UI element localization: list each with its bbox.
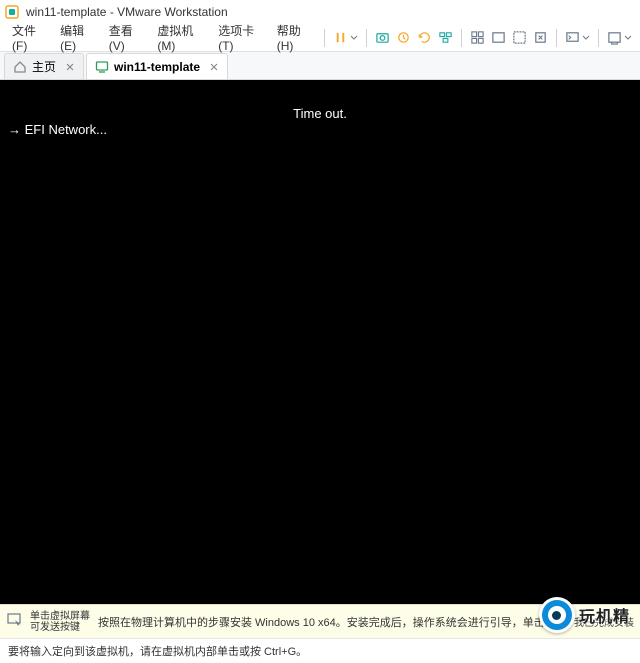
status-text: 要将输入定向到该虚拟机，请在虚拟机内部单击或按 Ctrl+G。	[8, 643, 307, 659]
app-icon	[4, 4, 20, 20]
menu-bar: 文件(F) 编辑(E) 查看(V) 虚拟机(M) 选项卡(T) 帮助(H)	[0, 24, 640, 52]
separator	[366, 29, 367, 47]
chevron-down-icon[interactable]	[350, 34, 358, 42]
close-icon[interactable]	[209, 62, 219, 72]
screen-click-icon	[6, 611, 24, 632]
snapshot-button[interactable]	[373, 27, 392, 49]
helper-hint: 单击虚拟屏幕 可发送按键	[6, 611, 90, 633]
menu-tabs[interactable]: 选项卡(T)	[212, 19, 268, 56]
vm-icon	[95, 60, 109, 74]
tab-strip: 主页 win11-template	[0, 52, 640, 80]
separator	[598, 29, 599, 47]
snapshot-manager-button[interactable]	[394, 27, 413, 49]
tab-home[interactable]: 主页	[4, 53, 84, 79]
chevron-down-icon[interactable]	[582, 34, 590, 42]
menu-edit[interactable]: 编辑(E)	[54, 19, 101, 56]
home-icon	[13, 60, 27, 74]
revert-button[interactable]	[415, 27, 434, 49]
menu-help[interactable]: 帮助(H)	[271, 19, 318, 56]
console-text-timeout: Time out.	[293, 106, 347, 121]
manage-button[interactable]	[436, 27, 455, 49]
separator	[324, 29, 325, 47]
separator	[556, 29, 557, 47]
stretch-button[interactable]	[605, 27, 624, 49]
helper-hint-line2: 可发送按键	[30, 622, 90, 633]
pause-button[interactable]	[331, 27, 350, 49]
chevron-down-icon[interactable]	[624, 34, 632, 42]
fullscreen-button[interactable]	[510, 27, 529, 49]
finish-install-button[interactable]: 我已完成安装	[574, 614, 634, 629]
tab-vm[interactable]: win11-template	[86, 53, 228, 79]
menu-file[interactable]: 文件(F)	[6, 19, 52, 56]
status-bar: 要将输入定向到该虚拟机，请在虚拟机内部单击或按 Ctrl+G。	[0, 638, 640, 663]
console-view-button[interactable]	[563, 27, 582, 49]
single-view-button[interactable]	[489, 27, 508, 49]
helper-bar: 单击虚拟屏幕 可发送按键 按照在物理计算机中的步骤安装 Windows 10 x…	[0, 604, 640, 638]
tab-vm-label: win11-template	[114, 60, 200, 74]
console-text-efi: → EFI Network...	[8, 122, 107, 137]
close-icon[interactable]	[65, 62, 75, 72]
unity-button[interactable]	[531, 27, 550, 49]
menu-view[interactable]: 查看(V)	[103, 19, 150, 56]
helper-hint-line1: 单击虚拟屏幕	[30, 611, 90, 622]
vm-console[interactable]: Time out. → EFI Network...	[0, 80, 640, 604]
thumbnail-view-button[interactable]	[468, 27, 487, 49]
window-title: win11-template - VMware Workstation	[26, 5, 228, 19]
helper-message: 按照在物理计算机中的步骤安装 Windows 10 x64。安装完成后，操作系统…	[98, 614, 566, 630]
separator	[461, 29, 462, 47]
menu-vm[interactable]: 虚拟机(M)	[151, 19, 210, 56]
tab-home-label: 主页	[32, 58, 56, 75]
